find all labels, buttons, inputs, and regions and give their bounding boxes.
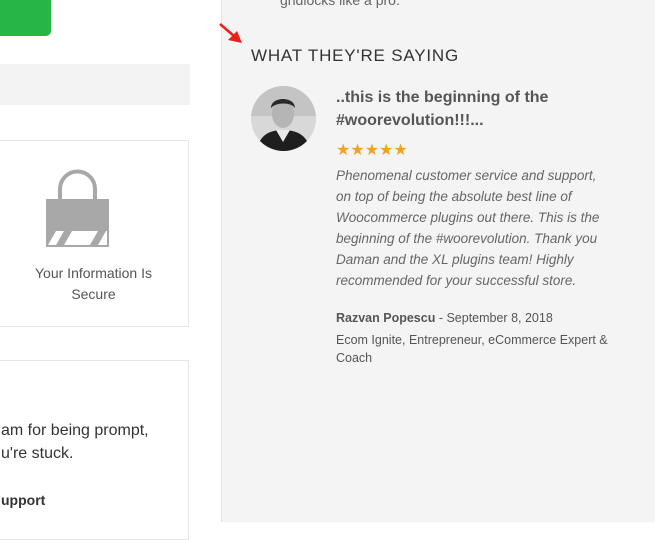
testimonials-panel: gridlocks like a pro. WHAT THEY'RE SAYIN…: [219, 0, 655, 522]
testimonial-body-line: Phenomenal customer service and support,: [336, 168, 597, 183]
gray-bar: [0, 64, 190, 105]
testimonial-body-line: on top of being the absolute best line o…: [336, 189, 572, 204]
author-role-line2: Coach: [336, 351, 373, 365]
date-separator: -: [435, 311, 447, 325]
section-heading: WHAT THEY'RE SAYING: [251, 46, 459, 65]
previous-text: gridlocks like a pro.: [280, 0, 400, 8]
support-link[interactable]: upport: [1, 492, 45, 508]
avatar: [251, 86, 316, 151]
author-role: Ecom Ignite, Entrepreneur, eCommerce Exp…: [336, 331, 621, 367]
left-column: Your Information Is Secure am for being …: [0, 0, 221, 540]
secure-label: Your Information Is Secure: [0, 263, 188, 305]
secure-label-line1: Your Information Is: [35, 265, 152, 281]
testimonial-body-line: Woocommerce plugins out there. This is t…: [336, 210, 600, 225]
author-name: Razvan Popescu: [336, 311, 436, 325]
testimonial-title: ..this is the beginning of the #woorevol…: [336, 86, 596, 132]
secure-label-line2: Secure: [71, 286, 116, 302]
lock-icon: [46, 169, 109, 247]
testimonial-body: Phenomenal customer service and support,…: [336, 165, 611, 291]
support-text-line2: u're stuck.: [1, 445, 74, 462]
testimonial-body-line: beginning of the #woorevolution. Thank y…: [336, 231, 598, 246]
testimonial-body-line: Daman and the XL plugins team! Highly: [336, 252, 574, 267]
author-line: Razvan Popescu - September 8, 2018: [336, 311, 553, 325]
author-role-line1: Ecom Ignite, Entrepreneur, eCommerce Exp…: [336, 333, 608, 347]
green-cta-button[interactable]: [0, 0, 51, 36]
secure-info-box: Your Information Is Secure: [0, 140, 189, 327]
arrow-icon: [219, 23, 242, 43]
support-text-line1: am for being prompt,: [1, 422, 149, 439]
testimonial-title-line1: ..this is the beginning of the: [336, 89, 549, 106]
testimonial-date: September 8, 2018: [446, 311, 553, 325]
support-box: am for being prompt, u're stuck. upport: [0, 360, 189, 540]
testimonial-body-line: recommended for your successful store.: [336, 273, 577, 288]
testimonial-title-line2: #woorevolution!!!...: [336, 112, 484, 129]
support-text: am for being prompt, u're stuck.: [1, 419, 171, 465]
rating-stars: ★★★★★: [336, 142, 408, 159]
